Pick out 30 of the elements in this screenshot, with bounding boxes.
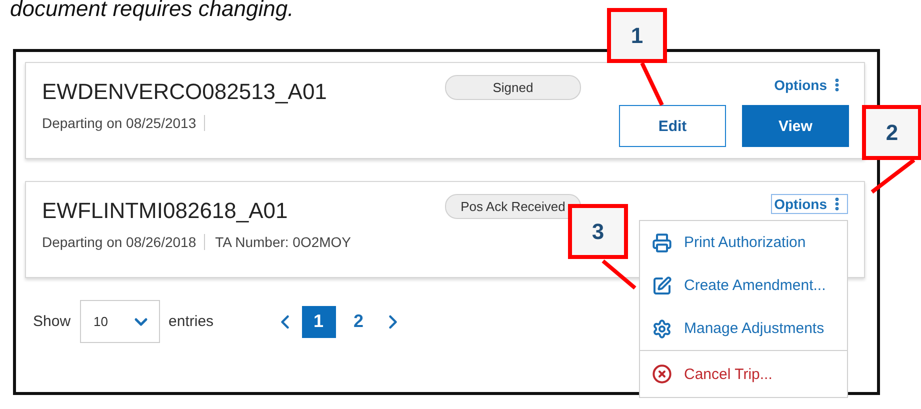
callout-number: 2 [862,105,921,160]
caption-text: document requires changing. [10,0,294,20]
status-badge: Signed [445,75,581,100]
trip-title: EWDENVERCO082513_A01 [42,79,328,105]
gear-icon [652,318,672,338]
trip-title: EWFLINTMI082618_A01 [42,198,289,224]
status-badge: Pos Ack Received [445,194,581,219]
printer-icon [652,232,672,252]
trip-detail: Departing on 08/25/2013 [42,115,206,131]
entries-label: entries [168,313,214,330]
callout-number: 3 [568,204,628,259]
trip-detail: TA Number: 0O2MOY [215,234,352,250]
menu-item[interactable]: Create Amendment... [640,264,847,307]
leader-line [870,158,916,194]
page-button[interactable]: 2 [342,306,376,338]
show-label: Show [33,313,71,330]
page-button[interactable]: 1 [302,306,336,338]
options-button[interactable]: Options [771,75,848,95]
edit-icon [652,276,672,296]
options-button[interactable]: Options [771,194,848,214]
cancel-icon [652,364,672,384]
page-size-select[interactable]: 10 [80,300,160,343]
view-button[interactable]: View [742,105,849,147]
menu-item[interactable]: Print Authorization [640,221,847,264]
leader-line [640,62,664,106]
edit-button[interactable]: Edit [619,105,726,147]
leader-line [602,259,636,290]
menu-item[interactable]: Manage Adjustments [640,307,847,350]
trip-detail: Departing on 08/26/2018 [42,234,206,250]
callout-number: 1 [607,8,667,63]
